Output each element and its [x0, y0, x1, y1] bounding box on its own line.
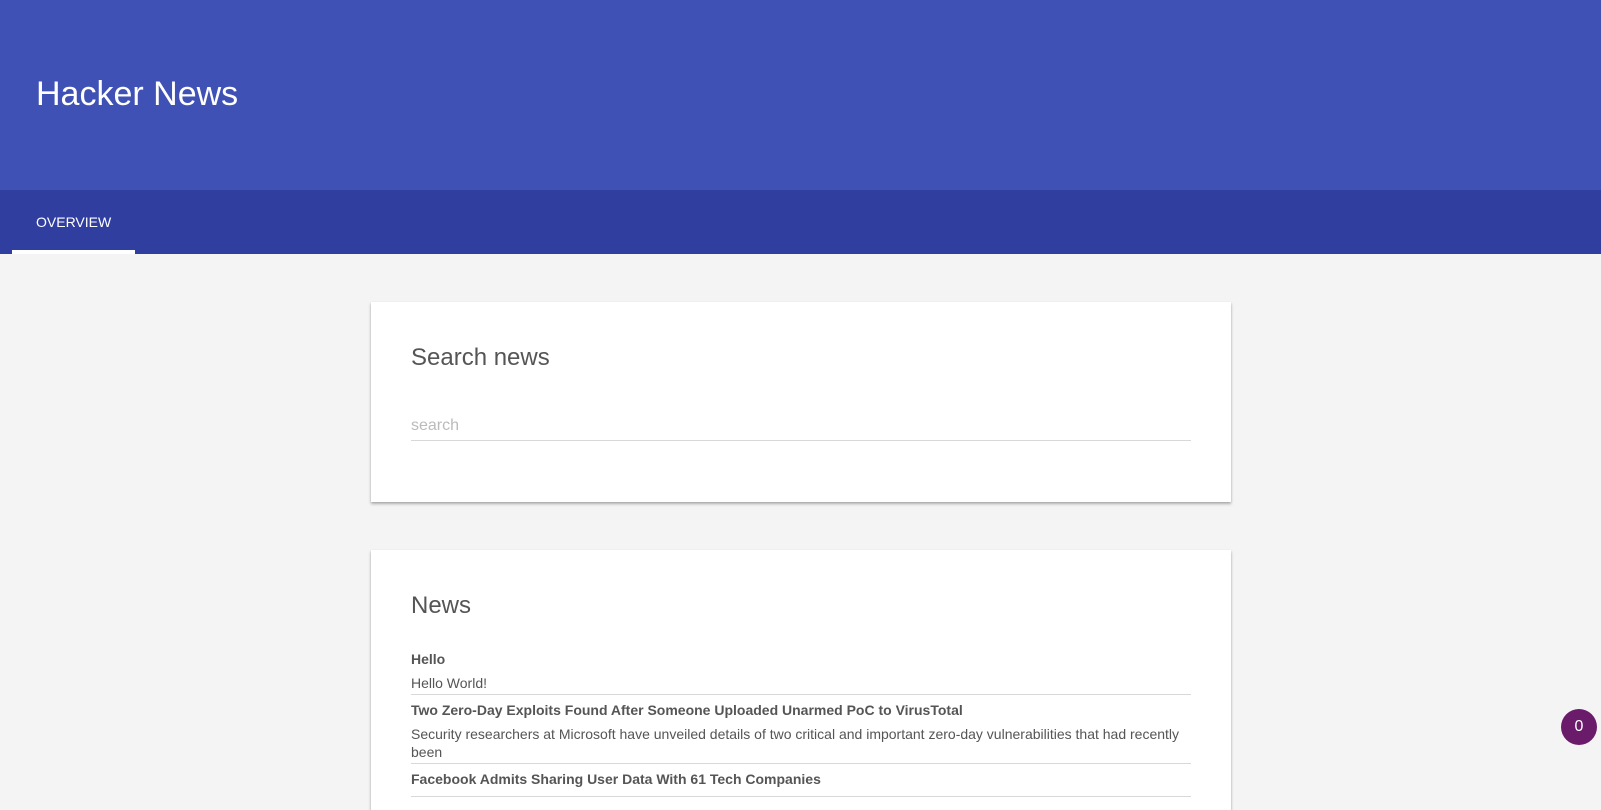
search-card-title: Search news: [411, 344, 550, 371]
notification-badge[interactable]: 0: [1561, 709, 1597, 745]
app-title: Hacker News: [36, 75, 239, 113]
tab-overview[interactable]: OVERVIEW: [12, 190, 135, 254]
news-item[interactable]: Two Zero-Day Exploits Found After Someon…: [411, 699, 1191, 764]
tab-bar: OVERVIEW: [0, 190, 1601, 254]
search-input[interactable]: [411, 412, 1191, 441]
news-item-title: Facebook Admits Sharing User Data With 6…: [411, 771, 821, 787]
tab-overview-label: OVERVIEW: [36, 214, 112, 230]
news-item-body: Security researchers at Microsoft have u…: [411, 726, 1180, 760]
news-card-title: News: [411, 592, 472, 619]
news-card: News Hello Hello World! Two Zero-Day Exp…: [371, 550, 1231, 810]
search-card: Search news: [371, 302, 1231, 502]
news-item[interactable]: Hello Hello World!: [411, 648, 1191, 695]
news-item-body: Hello World!: [411, 675, 487, 691]
news-item[interactable]: Facebook Admits Sharing User Data With 6…: [411, 768, 1191, 797]
news-item-title: Hello: [411, 651, 446, 667]
news-list: Hello Hello World! Two Zero-Day Exploits…: [411, 648, 1191, 801]
active-tab-indicator: [12, 250, 135, 254]
news-item-title: Two Zero-Day Exploits Found After Someon…: [411, 702, 963, 718]
app-header: Hacker News: [0, 0, 1601, 190]
